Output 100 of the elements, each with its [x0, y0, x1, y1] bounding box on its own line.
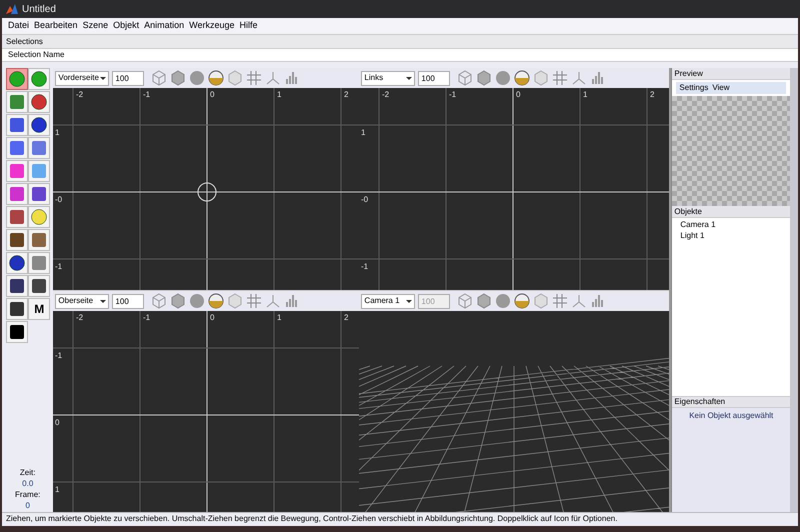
- tool-button[interactable]: [6, 298, 28, 320]
- solid-cube-icon[interactable]: [170, 70, 186, 86]
- grid-icon[interactable]: [552, 70, 568, 86]
- panel-title: Selections: [6, 36, 43, 48]
- column-header: Selection Name: [8, 49, 64, 61]
- axes-icon[interactable]: [265, 293, 282, 309]
- tool-button[interactable]: [28, 68, 50, 90]
- axis-label: 1: [583, 90, 588, 99]
- time-value: 0.0: [22, 478, 34, 489]
- axes-icon[interactable]: [571, 70, 588, 86]
- menu-item[interactable]: Settings: [679, 82, 708, 94]
- tree-item[interactable]: Light 1: [680, 230, 782, 241]
- axis-label: 1: [277, 313, 282, 322]
- menu-item[interactable]: Animation: [144, 19, 184, 33]
- axis-label: -1: [143, 90, 151, 99]
- wireframe-cube-icon[interactable]: [151, 70, 168, 86]
- status-text: Ziehen, um markierte Objekte zu verschieben. Umschalt-Ziehen begrenzt die Bewegung, Control-Ziehen verschiebt in Abbildungsrichtung. Doppelklick auf Icon für Optionen.: [6, 512, 618, 524]
- view-name: Camera 1: [364, 295, 400, 307]
- zoom-field[interactable]: 100: [418, 70, 450, 86]
- frame-label: Frame:: [15, 489, 40, 500]
- object-marker[interactable]: [198, 182, 217, 202]
- solid-cube-icon[interactable]: [170, 293, 186, 309]
- solid-cube-icon[interactable]: [476, 70, 492, 86]
- axis-label: -0: [55, 195, 63, 204]
- tool-button[interactable]: [6, 275, 28, 297]
- caret-icon: [100, 300, 106, 302]
- axis-label: 1: [277, 90, 282, 99]
- properties-message: Kein Objekt ausgewählt: [689, 410, 774, 422]
- grid-canvas[interactable]: -2 -1 0 1 2 -1 0 1: [53, 311, 360, 513]
- tool-button[interactable]: [6, 321, 28, 343]
- menu-item[interactable]: Objekt: [113, 19, 140, 33]
- view-dropdown[interactable]: Links: [361, 70, 416, 86]
- solid-cube-icon[interactable]: [476, 293, 492, 309]
- tool-button[interactable]: [28, 275, 50, 297]
- app-logo-icon: [6, 4, 18, 14]
- window-title: Untitled: [22, 2, 56, 16]
- axis-label: -2: [382, 90, 390, 99]
- caret-icon: [406, 76, 412, 80]
- tool-button[interactable]: [28, 206, 50, 228]
- axis-label: -2: [76, 313, 84, 322]
- view-name: Links: [364, 72, 384, 84]
- view-name: Vorderseite: [58, 72, 99, 84]
- axis-label: 1: [55, 128, 60, 137]
- menu-item[interactable]: Werkzeuge: [189, 19, 234, 33]
- m-tool-button[interactable]: M: [28, 298, 50, 320]
- axis-label: 1: [55, 485, 60, 494]
- zoom-field[interactable]: 100: [112, 294, 144, 308]
- grid-canvas[interactable]: -2 -1 0 1 2 1 -0 -1: [359, 88, 670, 290]
- axis-label: 1: [361, 128, 366, 137]
- menu-item[interactable]: View: [712, 82, 730, 94]
- axis-label: 0: [210, 313, 215, 322]
- menu-item[interactable]: Bearbeiten: [34, 19, 78, 33]
- wireframe-cube-icon[interactable]: [457, 293, 474, 309]
- axis-label: -1: [143, 313, 151, 322]
- caret-icon: [100, 76, 106, 80]
- panel-title: Preview: [674, 68, 703, 80]
- tool-button[interactable]: [28, 114, 50, 136]
- half-sphere-icon[interactable]: [208, 70, 224, 86]
- menu-item[interactable]: Datei: [8, 19, 30, 33]
- grid-icon[interactable]: [246, 70, 262, 86]
- view-dropdown[interactable]: Vorderseite: [55, 70, 110, 86]
- tool-button[interactable]: [28, 91, 50, 113]
- grid-icon[interactable]: [246, 293, 262, 309]
- menu-item[interactable]: Hilfe: [240, 19, 258, 33]
- tool-button[interactable]: [6, 229, 28, 251]
- panel-title: Objekte: [674, 206, 702, 218]
- axis-label: 0: [55, 418, 60, 427]
- half-sphere-icon[interactable]: [208, 293, 224, 309]
- view-dropdown[interactable]: Camera 1: [361, 294, 416, 308]
- axis-label: -0: [361, 195, 369, 204]
- view-dropdown[interactable]: Oberseite: [55, 294, 110, 308]
- axis-label: 0: [516, 90, 521, 99]
- scrollbar[interactable]: [790, 68, 798, 512]
- grid-icon[interactable]: [552, 293, 568, 309]
- wireframe-cube-icon[interactable]: [457, 70, 474, 86]
- axes-icon[interactable]: [265, 70, 282, 86]
- axis-label: -1: [449, 90, 457, 99]
- sphere-icon: [30, 116, 48, 134]
- tool-button[interactable]: [6, 252, 28, 274]
- axis-label: -1: [55, 262, 63, 271]
- axis-label: -2: [76, 90, 84, 99]
- time-label: Zeit:: [20, 467, 36, 478]
- zoom-field[interactable]: 100: [112, 70, 144, 86]
- panel-title: Eigenschaften: [674, 396, 726, 408]
- axis-label: -1: [361, 262, 369, 271]
- menu-item[interactable]: Szene: [82, 19, 108, 33]
- tree-item[interactable]: Camera 1: [680, 219, 782, 230]
- half-sphere-icon[interactable]: [514, 70, 530, 86]
- frame-value: 0: [25, 500, 30, 511]
- axis-label: 2: [344, 90, 349, 99]
- axis-label: 0: [210, 90, 215, 99]
- half-sphere-icon[interactable]: [514, 293, 530, 309]
- axis-label: -1: [55, 351, 63, 360]
- wireframe-cube-icon[interactable]: [151, 293, 168, 309]
- ball-icon: [8, 254, 26, 272]
- caret-icon: [406, 300, 412, 302]
- grid-canvas[interactable]: -2 -1 0 1 2 1 -0 -1: [53, 88, 360, 290]
- axis-label: 2: [344, 313, 349, 322]
- axes-icon[interactable]: [571, 293, 588, 309]
- view-name: Oberseite: [58, 295, 94, 307]
